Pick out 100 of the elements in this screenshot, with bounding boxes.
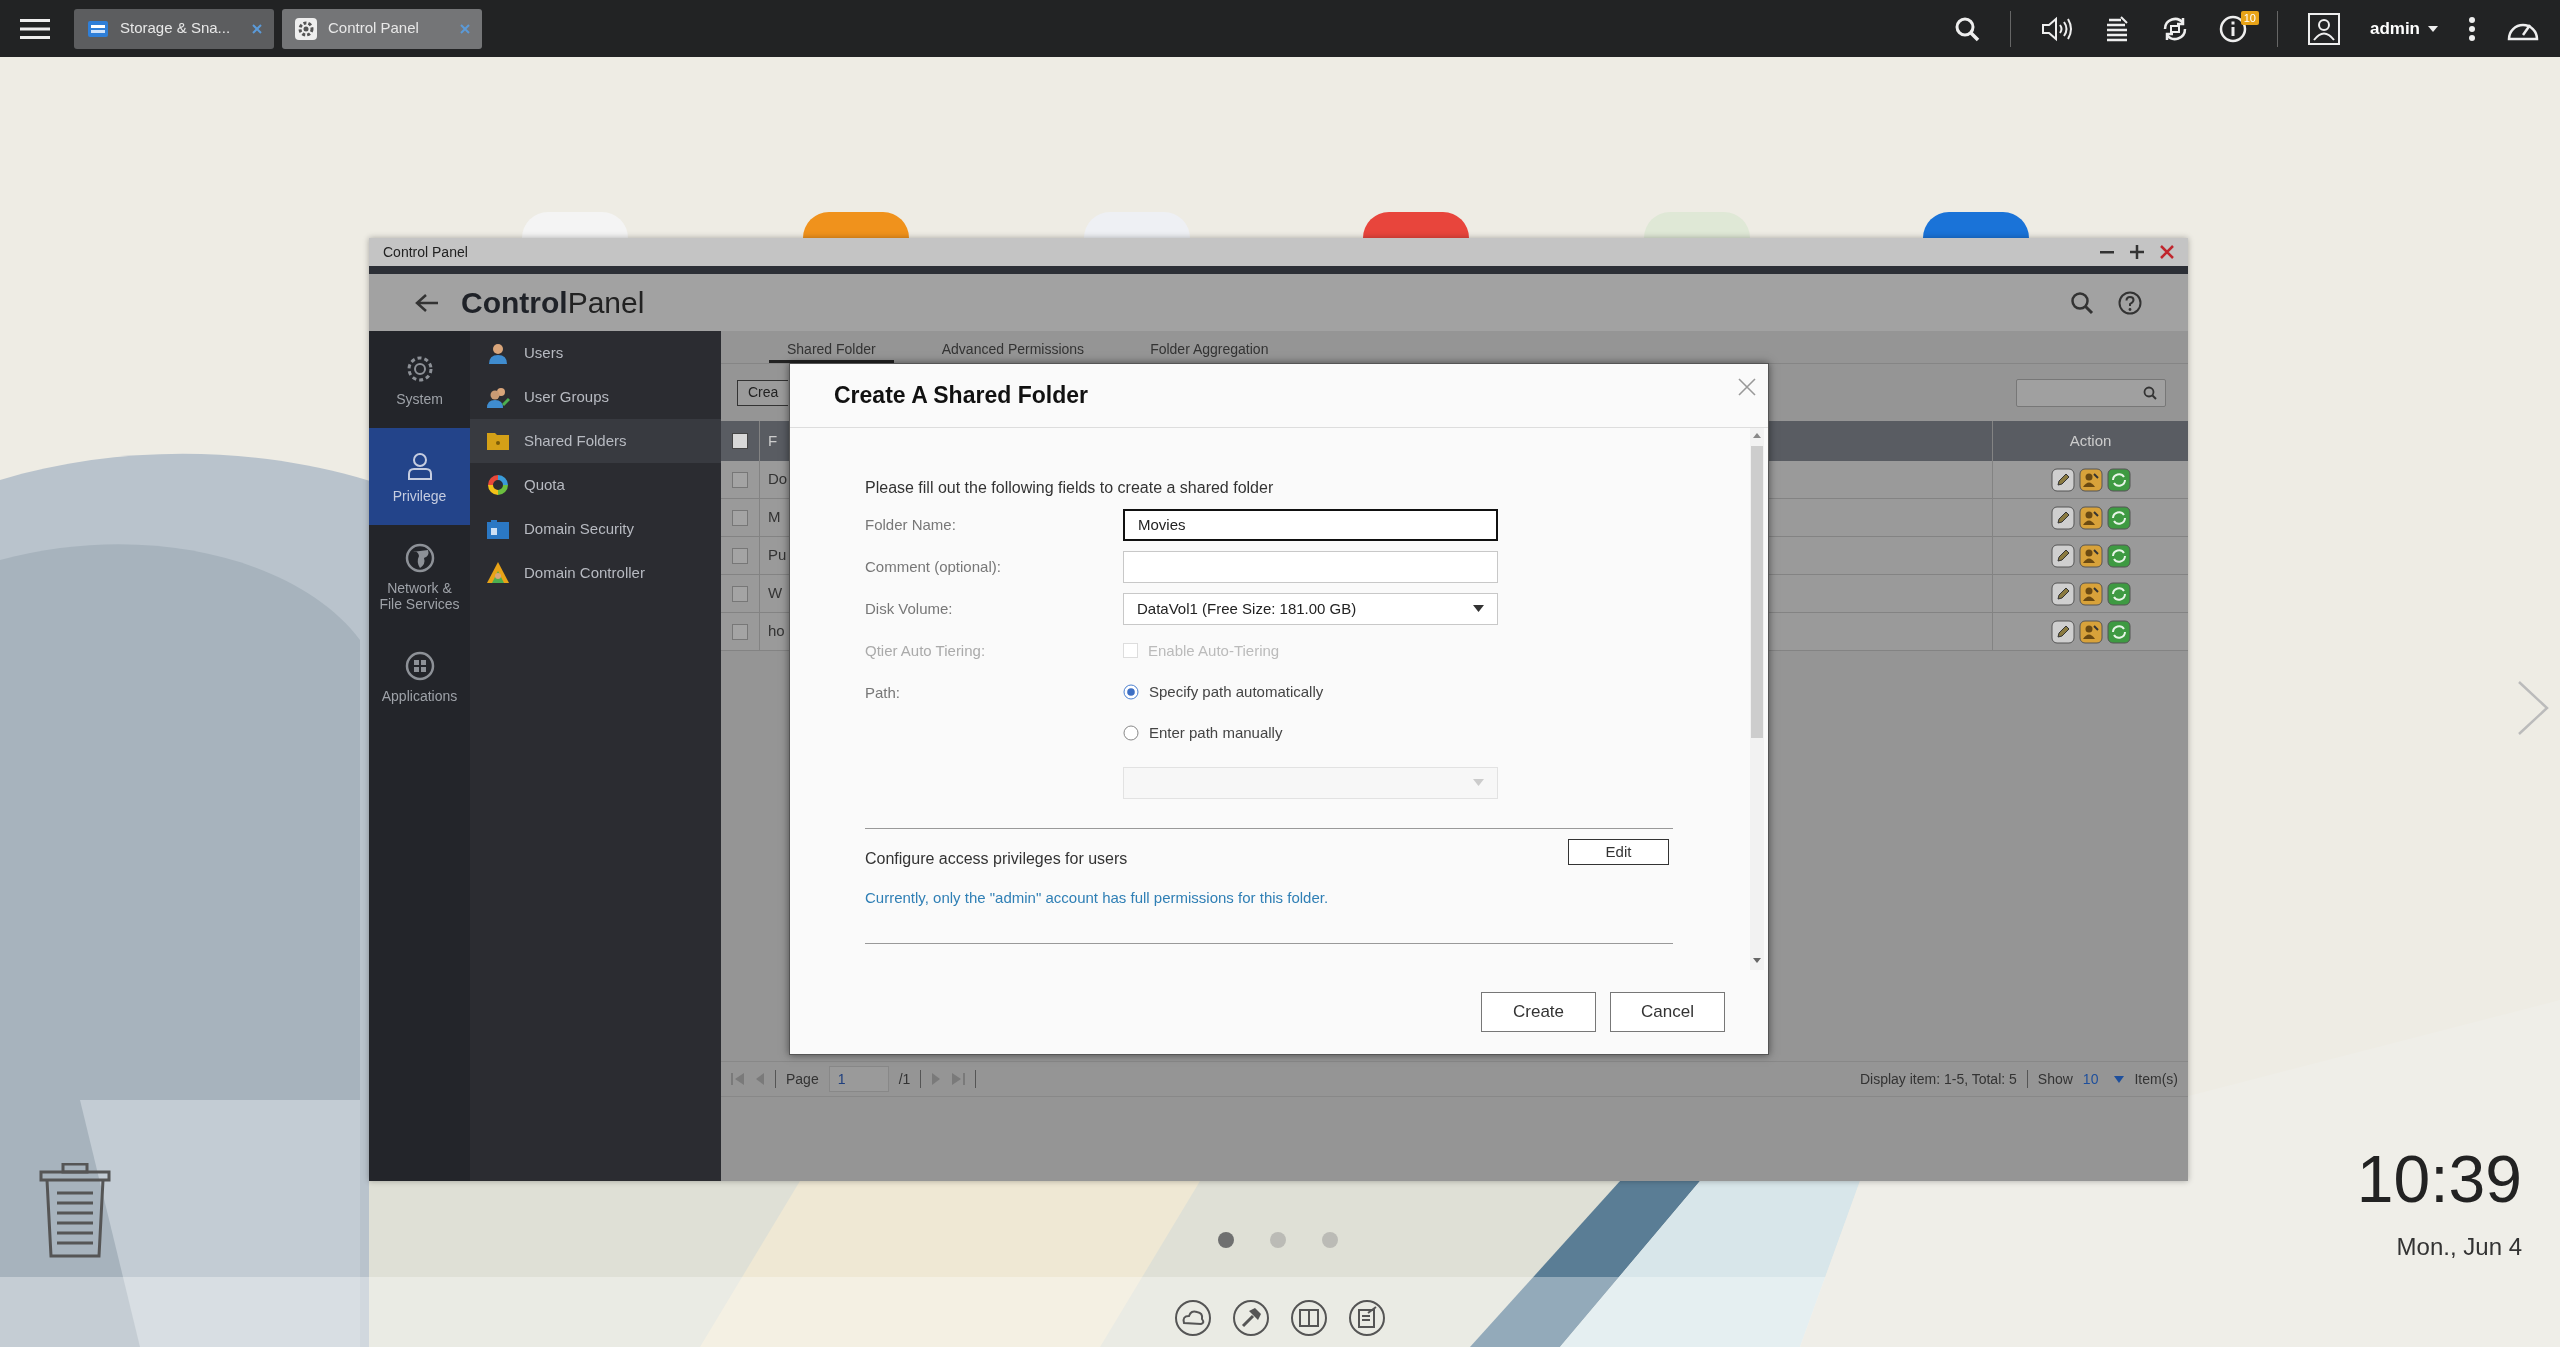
menu-item[interactable]: Domain Controller [470, 551, 721, 595]
page-label: Page [786, 1069, 819, 1089]
menu-item[interactable]: Domain Security [470, 507, 721, 551]
close-icon [1738, 377, 1756, 396]
dialog-button[interactable]: Cancel [1610, 992, 1725, 1033]
pencil-icon[interactable] [2050, 467, 2075, 492]
scrollbar[interactable] [1750, 427, 1764, 971]
field-label: Comment (optional): [865, 557, 1001, 575]
refresh-icon[interactable] [2106, 543, 2131, 568]
nav-label: System [396, 390, 443, 407]
menu-icon[interactable] [20, 16, 50, 41]
input-field[interactable] [1123, 550, 1498, 583]
nav-label: Applications [381, 687, 458, 704]
search-icon [2143, 385, 2157, 400]
nav-item[interactable]: Network & File Services [369, 525, 470, 628]
nav-item[interactable]: System [369, 331, 470, 428]
radio-option[interactable]: Specify path automatically [1123, 671, 1324, 713]
column-header: F [768, 430, 778, 451]
pencil-icon[interactable] [2050, 581, 2075, 606]
more-icon[interactable] [2468, 15, 2476, 42]
taskbar-tab[interactable]: Storage & Sna... [74, 8, 274, 49]
info-note: Currently, only the "admin" account has full permissions for this folder. [865, 887, 1330, 908]
person-icon [486, 341, 510, 365]
user-name[interactable]: admin [2369, 15, 2420, 42]
tab[interactable]: Advanced Permissions [923, 333, 1103, 363]
dialog-button[interactable]: Create [1481, 992, 1596, 1033]
nav-label: Privilege [392, 487, 447, 504]
pencil-icon[interactable] [2050, 543, 2075, 568]
cloud-icon[interactable] [1174, 1299, 1212, 1337]
edit-button[interactable]: Edit [1568, 838, 1669, 865]
pencil-icon[interactable] [2050, 505, 2075, 530]
menu-item[interactable]: Users [470, 331, 721, 375]
window-title: Control Panel [383, 242, 468, 262]
globe-icon [403, 541, 436, 574]
app-icon[interactable] [1923, 212, 2029, 238]
users-icon[interactable] [2078, 467, 2103, 492]
section-heading: Configure access privileges for users [865, 848, 1128, 869]
checkbox[interactable] [732, 585, 748, 602]
back-arrow-icon[interactable] [415, 292, 439, 313]
radio-option[interactable]: Enter path manually [1123, 712, 1324, 754]
refresh-icon[interactable] [2106, 467, 2131, 492]
show-label: Show [2037, 1069, 2073, 1089]
search-icon[interactable] [1953, 15, 1980, 42]
users-icon[interactable] [2078, 581, 2103, 606]
caret-icon [1473, 779, 1484, 787]
menu-item[interactable]: Shared Folders [470, 419, 721, 463]
table-cell-text: Pu [768, 545, 787, 566]
caret-icon[interactable] [2428, 25, 2438, 32]
people-icon [486, 385, 510, 409]
checkbox[interactable] [732, 623, 748, 640]
checkbox[interactable] [732, 509, 748, 526]
table-cell-text: ho [768, 621, 785, 642]
item-count: Display item: 1-5, Total: 5 [1859, 1069, 2017, 1089]
users-icon[interactable] [2078, 543, 2103, 568]
dropdown[interactable]: DataVol1 (Free Size: 181.00 GB) [1123, 592, 1498, 625]
speaker-icon[interactable] [2040, 15, 2073, 42]
ring-icon [486, 473, 510, 497]
trash-icon[interactable] [39, 1163, 111, 1258]
menu-item[interactable]: Quota [470, 463, 721, 507]
hammer-icon[interactable] [1232, 1299, 1270, 1337]
checkbox[interactable] [732, 433, 748, 449]
note-icon[interactable] [1348, 1299, 1386, 1337]
tab-label: Control Panel [328, 18, 420, 39]
refresh-icon[interactable] [2106, 619, 2131, 644]
table-cell-text: M [768, 507, 781, 528]
app-icon[interactable] [1363, 212, 1469, 238]
checkbox[interactable] [732, 471, 748, 488]
field-label: Path: [865, 683, 901, 701]
checkbox-option: Enable Auto-Tiering [1123, 639, 1280, 663]
page-field[interactable]: 1 [828, 1066, 889, 1092]
nav-label: Network & File Services [378, 579, 461, 612]
toolbar-button[interactable]: Crea [737, 379, 788, 406]
table-cell-text: W [768, 583, 783, 604]
search-field[interactable] [2016, 378, 2166, 407]
refresh-icon[interactable] [2106, 505, 2131, 530]
checkbox[interactable] [732, 547, 748, 564]
close-icon[interactable] [2160, 245, 2174, 259]
users-icon[interactable] [2078, 505, 2103, 530]
table-cell-text: Do [768, 469, 788, 490]
nav-item[interactable]: Privilege [369, 428, 470, 525]
clock-date: Mon., Jun 4 [2396, 1232, 2522, 1262]
pencil-icon[interactable] [2050, 619, 2075, 644]
book-icon[interactable] [1290, 1299, 1328, 1337]
tab[interactable]: Folder Aggregation [1132, 333, 1287, 363]
user-icon[interactable] [2307, 12, 2340, 45]
help-icon[interactable] [2118, 290, 2142, 315]
notification-badge: 10 [2240, 10, 2259, 25]
input-field[interactable]: Movies [1123, 508, 1498, 541]
form-intro: Please fill out the following fields to create a shared folder [865, 477, 1275, 498]
taskbar-tab[interactable]: Control Panel [282, 8, 482, 49]
field-label: Qtier Auto Tiering: [865, 641, 986, 659]
clock-time: 10:39 [2356, 1146, 2522, 1212]
maximize-icon[interactable] [2130, 245, 2144, 259]
nav-item[interactable]: Applications [369, 628, 470, 725]
app-icon[interactable] [803, 212, 909, 238]
page-total: /1 [898, 1069, 911, 1089]
menu-item[interactable]: User Groups [470, 375, 721, 419]
refresh-icon[interactable] [2106, 581, 2131, 606]
items-label: Item(s) [2134, 1069, 2178, 1089]
users-icon[interactable] [2078, 619, 2103, 644]
